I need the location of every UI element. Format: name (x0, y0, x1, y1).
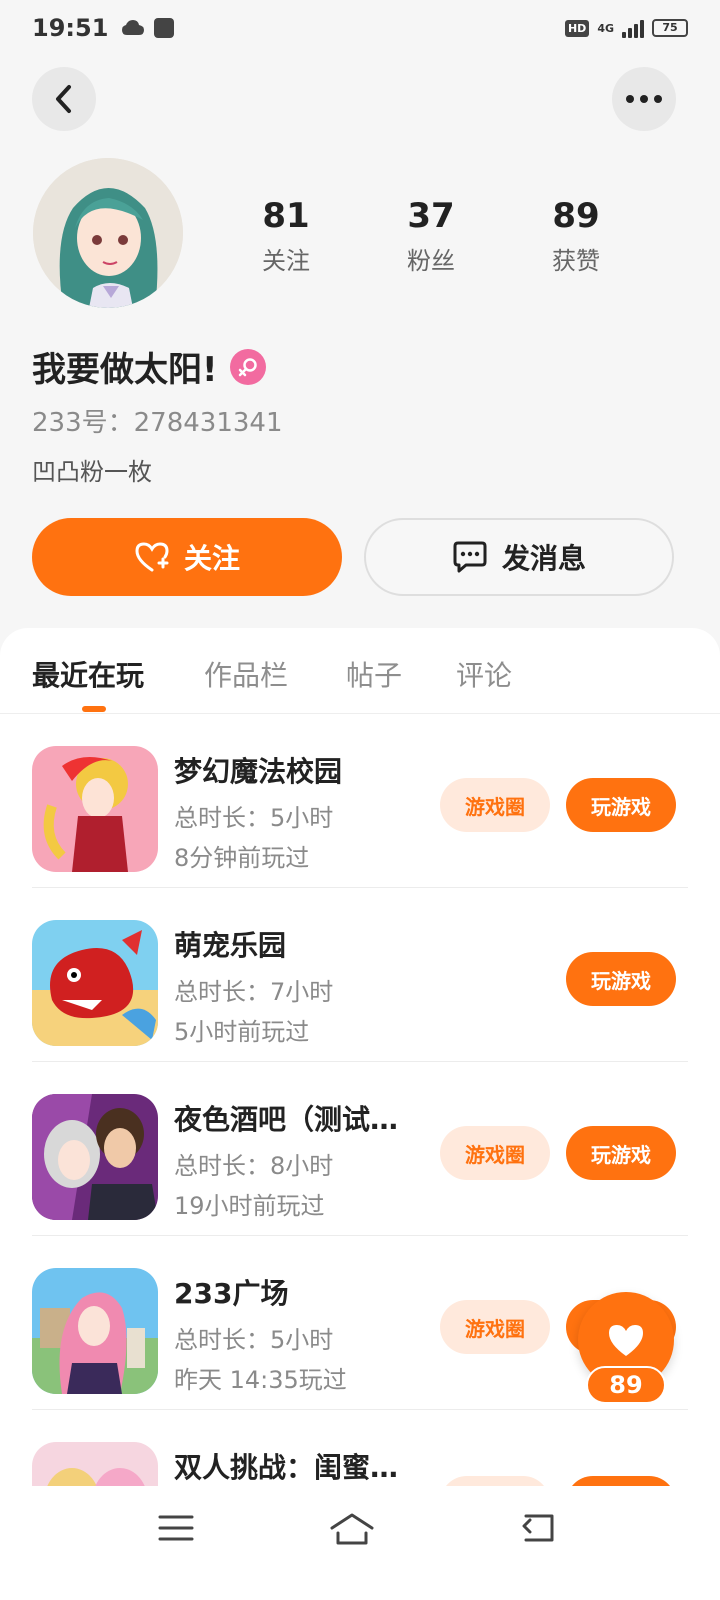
nickname-row: 我要做太阳! (32, 342, 266, 391)
avatar[interactable] (33, 158, 183, 308)
status-bar: 19:51 HD 4G 75 (0, 0, 720, 56)
more-button[interactable] (612, 67, 676, 131)
hd-icon: HD (564, 19, 590, 37)
stat-fans[interactable]: 37 粉丝 (376, 195, 486, 276)
stat-value: 81 (262, 196, 310, 236)
game-name: 夜色酒吧（测试… (174, 1103, 399, 1136)
follow-button[interactable]: 关注 (32, 518, 342, 596)
female-icon (229, 348, 266, 385)
bio: 凹凸粉一枚 (32, 458, 152, 486)
follow-label: 关注 (183, 542, 240, 575)
play-game-button[interactable]: 玩游戏 (566, 1126, 676, 1180)
tab-works[interactable]: 作品栏 (204, 654, 288, 694)
stat-label: 获赞 (552, 247, 600, 275)
game-name: 233广场 (174, 1277, 289, 1310)
content-card: 最近在玩 作品栏 帖子 评论 梦幻魔法校园 总时长：5小时 8分钟前玩过 游戏圈… (0, 628, 720, 1600)
game-duration: 总时长：8小时 (174, 1152, 334, 1180)
game-circle-button[interactable]: 游戏圈 (440, 778, 550, 832)
heart-plus-icon (135, 542, 169, 572)
game-last-played: 5小时前玩过 (174, 1018, 310, 1046)
game-name: 萌宠乐园 (174, 929, 287, 962)
game-duration: 总时长：7小时 (174, 978, 334, 1006)
message-label: 发消息 (501, 542, 586, 575)
like-count: 89 (586, 1366, 666, 1404)
stat-value: 89 (552, 196, 600, 236)
stat-likes[interactable]: 89 获赞 (521, 195, 631, 276)
tab-indicator (82, 706, 106, 712)
game-circle-button[interactable]: 游戏圈 (440, 1300, 550, 1354)
heart-icon (609, 1325, 643, 1356)
battery-icon: 75 (652, 19, 688, 37)
back-button[interactable] (32, 67, 96, 131)
play-game-button[interactable]: 玩游戏 (566, 952, 676, 1006)
user-id: 233号：278431341 (32, 408, 283, 438)
message-button[interactable]: 发消息 (364, 518, 674, 596)
chat-icon (453, 541, 487, 573)
game-circle-button[interactable]: 游戏圈 (440, 1126, 550, 1180)
game-last-played: 19小时前玩过 (174, 1192, 325, 1220)
game-icon[interactable] (32, 920, 158, 1046)
back-arrow-icon (522, 1514, 554, 1542)
tab-comments[interactable]: 评论 (456, 654, 512, 694)
play-game-button[interactable]: 玩游戏 (566, 778, 676, 832)
home-icon (330, 1513, 374, 1545)
status-time: 19:51 (32, 14, 109, 42)
game-icon[interactable] (32, 1268, 158, 1394)
cloud-icon (122, 20, 145, 35)
stat-value: 37 (407, 196, 455, 236)
system-nav-bar (0, 1486, 720, 1600)
game-duration: 总时长：5小时 (174, 804, 334, 832)
menu-icon (158, 1515, 194, 1541)
stat-label: 粉丝 (407, 247, 455, 275)
stat-following[interactable]: 81 关注 (231, 195, 341, 276)
nickname: 我要做太阳! (32, 350, 218, 390)
game-name: 双人挑战：闺蜜… (174, 1451, 399, 1484)
tab-recent[interactable]: 最近在玩 (32, 654, 144, 694)
game-icon[interactable] (32, 1094, 158, 1220)
game-row[interactable]: 萌宠乐园 总时长：7小时 5小时前玩过 玩游戏 (0, 888, 720, 1062)
chevron-left-icon (56, 85, 71, 113)
home-button[interactable] (322, 1506, 382, 1550)
tab-bar: 最近在玩 作品栏 帖子 评论 (0, 628, 720, 714)
game-row[interactable]: 梦幻魔法校园 总时长：5小时 8分钟前玩过 游戏圈 玩游戏 (0, 714, 720, 888)
more-icon (626, 95, 662, 103)
mail-icon (154, 18, 175, 38)
game-last-played: 昨天 14:35玩过 (174, 1366, 347, 1394)
tab-posts[interactable]: 帖子 (346, 654, 402, 694)
game-icon[interactable] (32, 746, 158, 872)
back-nav-button[interactable] (508, 1506, 568, 1550)
signal-icon (622, 18, 644, 38)
network-label: 4G (597, 21, 614, 35)
stat-label: 关注 (262, 247, 310, 275)
game-row[interactable]: 夜色酒吧（测试… 总时长：8小时 19小时前玩过 游戏圈 玩游戏 (0, 1062, 720, 1236)
game-duration: 总时长：5小时 (174, 1326, 334, 1354)
menu-button[interactable] (146, 1506, 206, 1550)
game-name: 梦幻魔法校园 (174, 755, 343, 788)
avatar-illustration (33, 158, 183, 308)
game-last-played: 8分钟前玩过 (174, 844, 310, 872)
